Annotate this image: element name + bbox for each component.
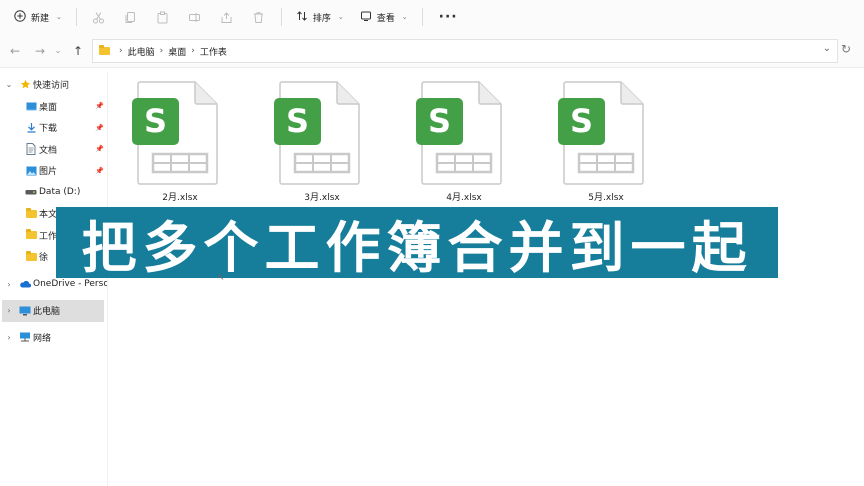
file-name: 2月.xlsx [162,193,198,203]
back-button[interactable]: ← [4,40,26,62]
chevron-down-icon: ⌄ [337,13,344,21]
star-icon [19,79,31,91]
sidebar-item-label: 网络 [33,333,52,344]
file-item[interactable]: S 5月.xlsx [536,76,644,204]
chevron-right-icon[interactable]: › [4,333,14,342]
delete-icon[interactable] [246,4,272,30]
mouse-cursor-icon: ↖ [217,273,225,283]
sidebar-item-documents[interactable]: 文档 📌 [0,139,107,161]
svg-text:S: S [144,102,167,140]
computer-icon [19,305,31,317]
sidebar-item-label: 桌面 [39,102,58,113]
sidebar-item-data-drive[interactable]: Data (D:) [0,182,107,204]
wps-spreadsheet-icon: S [132,81,218,185]
sidebar-item-label: 徐 [39,253,49,264]
chevron-right-icon: › [191,46,195,56]
sidebar-item-pictures[interactable]: 图片 📌 [0,160,107,182]
file-name: 5月.xlsx [588,193,624,203]
share-icon[interactable] [214,4,240,30]
address-history-dropdown[interactable]: ⌄ [823,43,831,54]
sort-button[interactable]: 排序 ⌄ [288,4,352,30]
sidebar-item-downloads[interactable]: 下载 📌 [0,117,107,139]
more-options-button[interactable]: ··· [429,9,468,25]
forward-button[interactable]: → [29,40,51,62]
svg-text:S: S [428,102,451,140]
paste-icon[interactable] [150,4,176,30]
sort-button-label: 排序 [312,13,331,24]
view-button-label: 查看 [376,13,395,24]
file-item[interactable]: S 4月.xlsx [394,76,502,204]
svg-text:S: S [286,102,309,140]
download-icon [25,122,37,134]
file-item[interactable]: S 2月.xlsx [110,76,218,204]
folder-icon [25,250,37,263]
file-name: 3月.xlsx [304,193,340,203]
chevron-right-icon[interactable]: › [4,306,14,315]
svg-text:S: S [570,102,593,140]
sidebar-item-label: 文档 [39,145,58,156]
chevron-right-icon: › [119,46,123,56]
pin-icon: 📌 [95,123,104,132]
new-button-label: 新建 [31,13,50,24]
breadcrumb-worksheets[interactable]: 工作表 [200,45,227,58]
folder-icon [25,229,37,241]
chevron-right-icon[interactable]: › [4,280,14,289]
toolbar-divider [75,8,77,26]
toolbar-divider [280,8,282,26]
file-item[interactable]: S 3月.xlsx [252,76,360,204]
sidebar-item-desktop[interactable]: 桌面 📌 [0,96,107,118]
chevron-down-icon: ⌄ [401,13,408,21]
sidebar-item-label: Data (D:) [39,187,81,198]
view-icon [360,10,372,25]
toolbar-divider [421,8,423,26]
pin-icon: 📌 [95,166,104,175]
picture-icon [25,165,37,177]
wps-spreadsheet-icon: S [558,81,644,185]
wps-spreadsheet-icon: S [274,81,360,185]
copy-icon[interactable] [118,4,144,30]
breadcrumb-this-pc[interactable]: 此电脑 [128,45,155,58]
breadcrumb-desktop[interactable]: 桌面 [168,45,186,58]
sidebar-item-quick-access[interactable]: ⌄ 快速访问 [0,74,107,96]
rename-icon[interactable] [182,4,208,30]
new-button[interactable]: 新建 ⌄ [6,4,70,30]
cut-icon[interactable] [86,4,112,30]
wps-spreadsheet-icon: S [416,81,502,185]
caption-text: 把多个工作簿合并到一起 [81,215,753,280]
folder-icon [99,45,110,55]
cloud-icon [19,278,31,290]
folder-icon [25,207,37,220]
sort-arrows-icon [296,10,308,25]
pin-icon: 📌 [95,102,104,111]
plus-circle-icon [14,9,26,25]
sidebar-item-label: 快速访问 [33,81,70,92]
drive-icon [25,186,37,198]
network-icon [19,331,31,343]
address-bar[interactable]: › 此电脑 › 桌面 › 工作表 ⌄ [92,39,838,63]
file-name: 4月.xlsx [446,193,482,203]
sidebar-item-network[interactable]: › 网络 [0,327,107,349]
chevron-down-icon[interactable]: ⌄ [4,80,14,89]
address-row: ← → ⌄ ↑ › 此电脑 › 桌面 › 工作表 ⌄ ↻ [0,34,864,68]
refresh-icon[interactable]: ↻ [841,42,851,56]
desktop-icon [25,100,37,112]
sidebar-item-label: 工作 [39,231,58,242]
pin-icon: 📌 [95,145,104,154]
sidebar-item-label: 本文 [39,210,58,221]
sidebar-item-label: 图片 [39,167,58,178]
recent-locations-button[interactable]: ⌄ [51,40,65,62]
sidebar-item-label: 此电脑 [33,307,61,318]
document-icon [25,143,37,156]
sidebar-item-label: 下载 [39,124,58,135]
command-bar: 新建 ⌄ 排序 ⌄ 查看 ⌄ ··· [0,0,864,34]
chevron-right-icon: › [159,46,164,56]
sidebar-item-this-pc[interactable]: › 此电脑 [2,300,104,322]
caption-banner: 把多个工作簿合并到一起 [56,207,778,280]
up-button[interactable]: ↑ [67,40,89,62]
view-button[interactable]: 查看 ⌄ [352,4,416,30]
chevron-down-icon: ⌄ [56,13,62,21]
